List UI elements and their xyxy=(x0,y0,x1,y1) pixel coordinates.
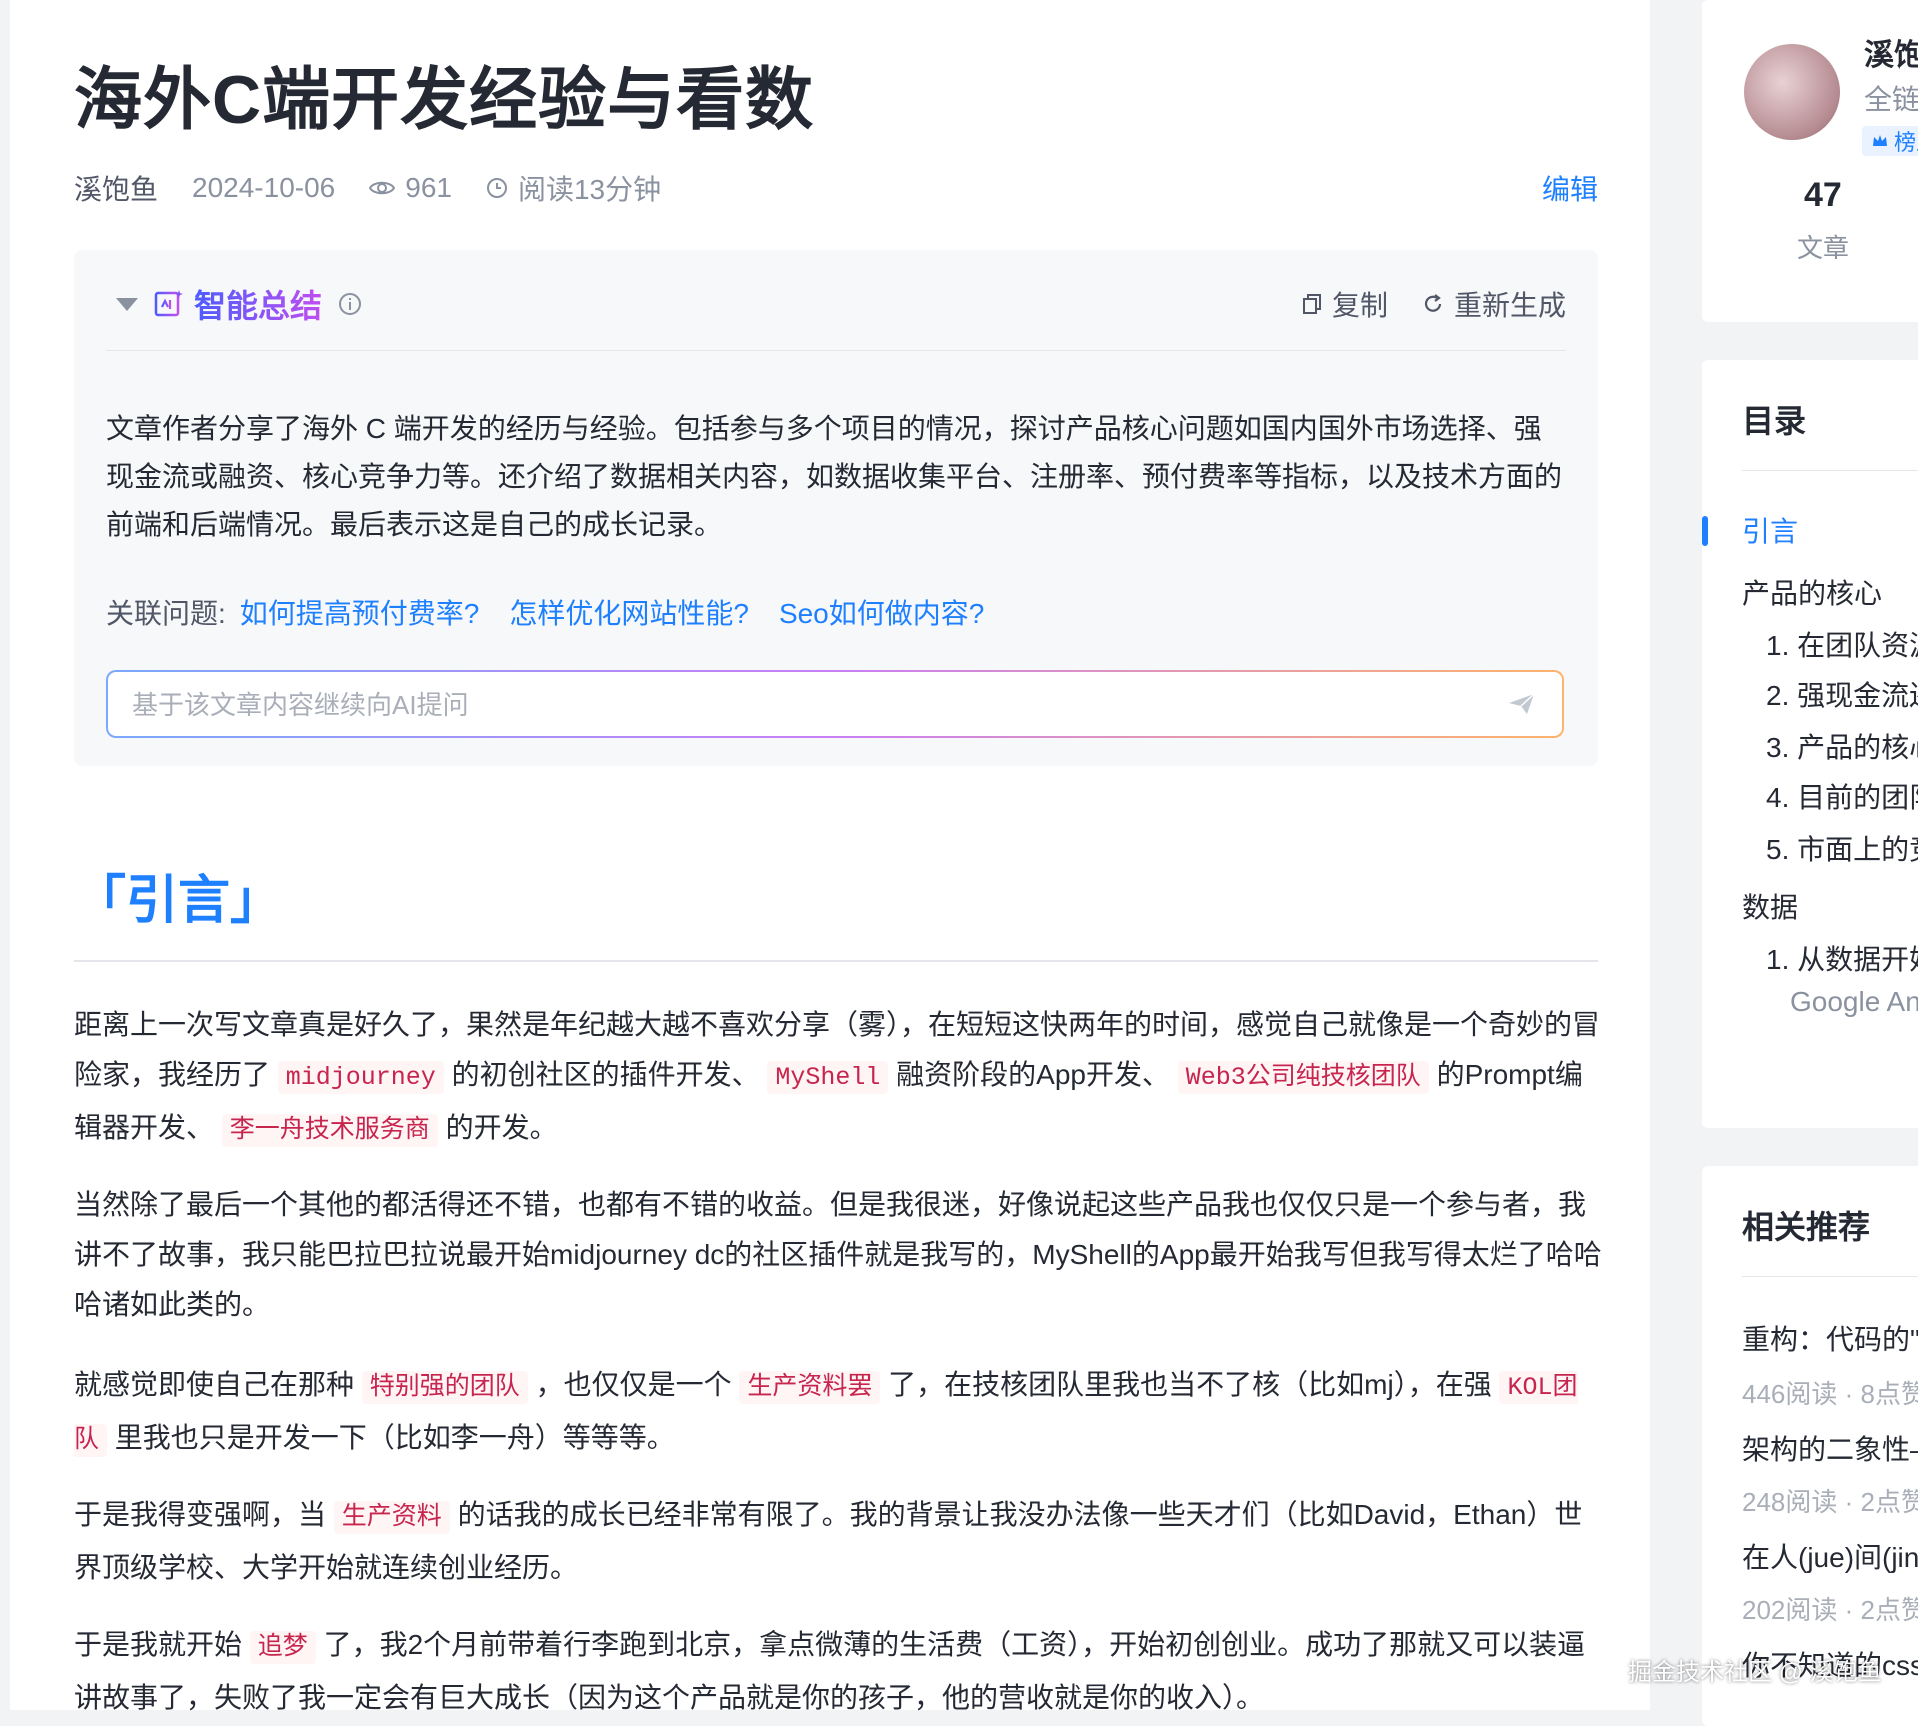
crown-icon xyxy=(1873,135,1887,146)
summary-title: 智能总结 xyxy=(194,281,322,327)
copy-icon xyxy=(1302,294,1321,314)
summary-header: 智能总结 复制 重新生成 xyxy=(106,280,1566,328)
eye-icon xyxy=(369,181,396,195)
ai-summary-panel: 智能总结 复制 重新生成 文章作者分享了海外 C 端开发的经历与经验。包括参与多… xyxy=(74,250,1598,766)
copy-label: 复制 xyxy=(1331,290,1388,321)
paragraph-4: 于是我得变强啊，当 生产资料 的话我的成长已经非常有限了。我的背景让我没办法像一… xyxy=(74,1490,1604,1593)
recommend-card: 相关推荐 重构：代码的"垃 446阅读 · 8点赞 架构的二象性— 248阅读 … xyxy=(1702,1166,1918,1726)
summary-divider xyxy=(106,350,1566,351)
p3-text-1: 就感觉即使自己在那种 xyxy=(74,1369,362,1400)
rank-badge[interactable]: 榜上 xyxy=(1862,126,1918,156)
related-question-3[interactable]: Seo如何做内容? xyxy=(779,598,984,629)
toc-active-indicator xyxy=(1702,516,1708,546)
recommend-item-2-meta: 248阅读 · 2点赞 xyxy=(1742,1487,1918,1517)
related-label: 关联问题: xyxy=(106,598,226,629)
edit-link[interactable]: 编辑 xyxy=(1542,168,1598,208)
avatar[interactable] xyxy=(1744,44,1840,140)
p1-text-2: 的初创社区的插件开发、 xyxy=(443,1059,768,1090)
ask-ai-box xyxy=(106,670,1564,738)
inline-code-web3: Web3公司纯技核团队 xyxy=(1177,1061,1429,1094)
p1-text-5: 的开发。 xyxy=(437,1112,558,1143)
toc-item-5[interactable]: 5. 市面上的竞 xyxy=(1766,828,1918,868)
recommend-item-3-meta: 202阅读 · 2点赞 xyxy=(1742,1595,1918,1625)
author-name[interactable]: 溪饱鱼 xyxy=(74,168,158,208)
article-title: 海外C端开发经验与看数 xyxy=(74,62,815,138)
section-heading: 「引言」 xyxy=(74,872,283,930)
article-meta: 溪饱鱼 2024-10-06 961 阅读13分钟 编辑 xyxy=(74,168,1598,208)
toc-item-1[interactable]: 1. 在团队资源 xyxy=(1766,624,1918,664)
rank-badge-label: 榜上 xyxy=(1894,130,1918,155)
paragraph-3: 就感觉即使自己在那种 特别强的团队 ，也仅仅是一个 生产资料罢 了，在技核团队里… xyxy=(74,1360,1604,1466)
author-card-title: 全链路 xyxy=(1864,84,1918,115)
info-icon[interactable] xyxy=(338,292,362,316)
recommend-item-1-title[interactable]: 重构：代码的"垃 xyxy=(1742,1318,1918,1358)
summary-actions: 复制 重新生成 xyxy=(1268,284,1566,324)
p3-text-2: ，也仅仅是一个 xyxy=(527,1369,740,1400)
toc-card: 目录 引言 产品的核心 1. 在团队资源 2. 强现金流还 3. 产品的核心 4… xyxy=(1702,360,1918,1128)
views-count: 961 xyxy=(369,172,452,204)
regenerate-label: 重新生成 xyxy=(1453,290,1566,321)
inline-code-dream: 追梦 xyxy=(249,1631,316,1664)
inline-code-service: 李一舟技术服务商 xyxy=(221,1114,438,1147)
inline-code-resource: 生产资料罢 xyxy=(739,1371,881,1404)
inline-code-means: 生产资料 xyxy=(333,1501,450,1534)
toc-item-core[interactable]: 产品的核心 xyxy=(1742,572,1882,612)
paragraph-2: 当然除了最后一个其他的都活得还不错，也都有不错的收益。但是我很迷，好像说起这些产… xyxy=(74,1189,1602,1320)
recommend-item-1-meta: 446阅读 · 8点赞 xyxy=(1742,1379,1918,1409)
recommend-item-2-title[interactable]: 架构的二象性— xyxy=(1742,1428,1918,1468)
toc-item-intro[interactable]: 引言 xyxy=(1742,510,1798,550)
read-time-value: 阅读13分钟 xyxy=(517,174,662,205)
ai-summary-icon xyxy=(154,290,183,317)
p3-text-3: 了，在技核团队里我也当不了核（比如mj），在强 xyxy=(880,1369,1500,1400)
recommend-item-3-title[interactable]: 在人(jue)间(jin) xyxy=(1742,1536,1918,1576)
p3-text-4: 里我也只是开发一下（比如李一舟）等等等。 xyxy=(107,1422,675,1453)
views-value: 961 xyxy=(405,172,452,203)
related-question-1[interactable]: 如何提高预付费率? xyxy=(240,598,480,629)
related-question-2[interactable]: 怎样优化网站性能? xyxy=(509,598,749,629)
recommend-divider xyxy=(1742,1276,1918,1277)
refresh-icon xyxy=(1424,294,1442,312)
copy-button[interactable]: 复制 xyxy=(1302,284,1388,324)
inline-code-myshell: MyShell xyxy=(767,1061,889,1094)
toc-divider xyxy=(1742,470,1918,471)
paragraph-5: 于是我就开始 追梦 了，我2个月前带着行李跑到北京，拿点微薄的生活费（工资），开… xyxy=(74,1620,1604,1723)
p5-text-1: 于是我就开始 xyxy=(74,1629,250,1660)
related-questions: 关联问题: 如何提高预付费率? 怎样优化网站性能? Seo如何做内容? xyxy=(106,592,1000,632)
toc-item-3[interactable]: 3. 产品的核心 xyxy=(1766,726,1918,766)
toc-item-google[interactable]: Google An xyxy=(1790,986,1918,1018)
summary-text: 文章作者分享了海外 C 端开发的经历与经验。包括参与多个项目的情况，探讨产品核心… xyxy=(106,413,1563,540)
author-card: 溪饱鱼 全链路 榜上 47 文章 xyxy=(1702,0,1918,322)
p4-text-1: 于是我得变强啊，当 xyxy=(74,1499,334,1530)
p1-text-3: 融资阶段的App开发、 xyxy=(888,1059,1178,1090)
publish-date: 2024-10-06 xyxy=(192,172,336,203)
toc-item-2[interactable]: 2. 强现金流还 xyxy=(1766,674,1918,714)
regenerate-button[interactable]: 重新生成 xyxy=(1422,284,1566,324)
toc-item-data-1[interactable]: 1. 从数据开始 xyxy=(1766,938,1918,978)
ask-ai-input[interactable] xyxy=(130,680,1434,730)
articles-label: 文章 xyxy=(1797,233,1850,263)
inline-code-midjourney: midjourney xyxy=(277,1061,444,1094)
section-divider xyxy=(74,960,1598,962)
read-time: 阅读13分钟 xyxy=(486,168,661,208)
author-card-name[interactable]: 溪饱鱼 xyxy=(1864,30,1918,74)
article-panel: 海外C端开发经验与看数 溪饱鱼 2024-10-06 961 阅读13分钟 编辑… xyxy=(10,0,1650,1713)
ask-ai-inner xyxy=(108,672,1562,736)
paragraph-1: 距离上一次写文章真是好久了，果然是年纪越大越不喜欢分享（雾），在短短这快两年的时… xyxy=(74,1000,1604,1156)
toc-title: 目录 xyxy=(1742,403,1807,439)
clock-icon xyxy=(486,178,507,198)
send-icon[interactable] xyxy=(1508,692,1536,716)
recommend-title: 相关推荐 xyxy=(1742,1209,1871,1245)
toc-item-4[interactable]: 4. 目前的团队 xyxy=(1766,776,1918,816)
inline-code-strong-team: 特别强的团队 xyxy=(361,1371,528,1404)
articles-count[interactable]: 47 xyxy=(1804,176,1842,215)
watermark: 掘金技术社区 @ 溪饱鱼 xyxy=(1628,1659,1882,1686)
collapse-caret-icon[interactable] xyxy=(116,297,138,311)
toc-item-data[interactable]: 数据 xyxy=(1742,886,1798,926)
